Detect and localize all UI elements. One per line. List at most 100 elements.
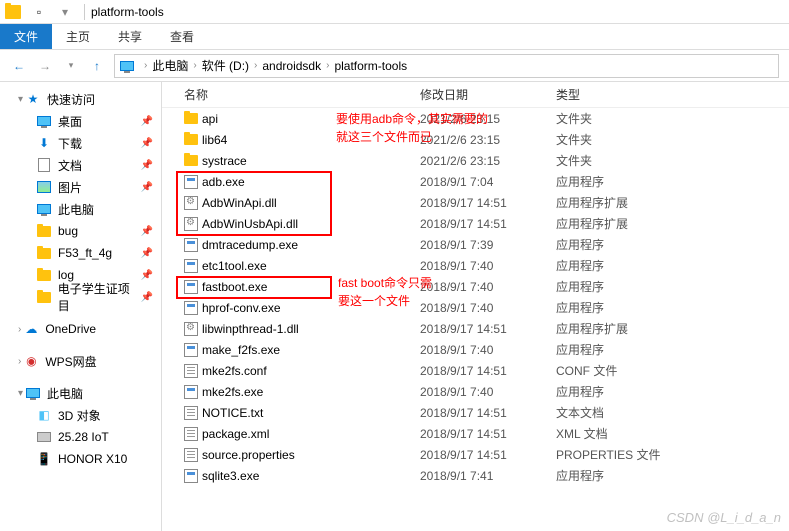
qat-button[interactable]: ▫	[30, 3, 48, 21]
file-row[interactable]: package.xml2018/9/17 14:51XML 文档	[162, 423, 789, 444]
file-row[interactable]: mke2fs.exe2018/9/1 7:40应用程序	[162, 381, 789, 402]
file-date: 2018/9/1 7:40	[420, 301, 556, 315]
file-date: 2021/2/6 23:15	[420, 154, 556, 168]
sidebar-item[interactable]: 25.28 IoT	[0, 426, 161, 448]
file-type: 应用程序	[556, 236, 686, 253]
crumb-1[interactable]: 软件 (D:)	[200, 57, 251, 74]
sidebar-item[interactable]: 图片📌	[0, 176, 161, 198]
crumb-0[interactable]: 此电脑	[150, 57, 190, 74]
file-name: mke2fs.conf	[202, 364, 420, 378]
file-row[interactable]: make_f2fs.exe2018/9/1 7:40应用程序	[162, 339, 789, 360]
tab-file[interactable]: 文件	[0, 24, 52, 49]
file-row[interactable]: AdbWinUsbApi.dll2018/9/17 14:51应用程序扩展	[162, 213, 789, 234]
file-type: CONF 文件	[556, 362, 686, 379]
breadcrumb[interactable]: › 此电脑› 软件 (D:)› androidsdk› platform-too…	[114, 54, 779, 78]
address-bar: ← → ▾ ↑ › 此电脑› 软件 (D:)› androidsdk› plat…	[0, 50, 789, 82]
tab-view[interactable]: 查看	[156, 24, 208, 49]
file-date: 2018/9/17 14:51	[420, 322, 556, 336]
file-row[interactable]: lib642021/2/6 23:15文件夹	[162, 129, 789, 150]
pin-icon: 📌	[141, 292, 153, 303]
nav-up[interactable]: ↑	[84, 53, 110, 79]
pin-icon: 📌	[141, 182, 153, 193]
file-type: XML 文档	[556, 425, 686, 442]
file-type: 应用程序	[556, 257, 686, 274]
file-name: source.properties	[202, 448, 420, 462]
file-list[interactable]: 名称 修改日期 类型 api2021/2/6 23:15文件夹lib642021…	[162, 82, 789, 531]
file-type: 应用程序扩展	[556, 215, 686, 232]
file-row[interactable]: sqlite3.exe2018/9/1 7:41应用程序	[162, 465, 789, 486]
file-date: 2018/9/17 14:51	[420, 448, 556, 462]
file-row[interactable]: api2021/2/6 23:15文件夹	[162, 108, 789, 129]
file-row[interactable]: source.properties2018/9/17 14:51PROPERTI…	[162, 444, 789, 465]
file-row[interactable]: systrace2021/2/6 23:15文件夹	[162, 150, 789, 171]
file-type: 文件夹	[556, 152, 686, 169]
file-icon	[184, 196, 202, 210]
sidebar-item[interactable]: 文档📌	[0, 154, 161, 176]
file-row[interactable]: etc1tool.exe2018/9/1 7:40应用程序	[162, 255, 789, 276]
sidebar-wps[interactable]: ›◉WPS网盘	[0, 350, 161, 372]
file-name: etc1tool.exe	[202, 259, 420, 273]
file-date: 2021/2/6 23:15	[420, 133, 556, 147]
file-name: sqlite3.exe	[202, 469, 420, 483]
file-name: adb.exe	[202, 175, 420, 189]
nav-pane[interactable]: ▾★快速访问 桌面📌⬇下载📌文档📌图片📌此电脑bug📌F53_ft_4g📌log…	[0, 82, 162, 531]
window-title: platform-tools	[91, 5, 164, 19]
sidebar-item[interactable]: bug📌	[0, 220, 161, 242]
sidebar-thispc[interactable]: ▾此电脑	[0, 382, 161, 404]
file-row[interactable]: AdbWinApi.dll2018/9/17 14:51应用程序扩展	[162, 192, 789, 213]
sidebar-quick-access[interactable]: ▾★快速访问	[0, 88, 161, 110]
sidebar-item[interactable]: 此电脑	[0, 198, 161, 220]
file-name: libwinpthread-1.dll	[202, 322, 420, 336]
file-icon	[184, 175, 202, 189]
header-type[interactable]: 类型	[556, 86, 686, 103]
crumb-2[interactable]: androidsdk	[260, 59, 323, 73]
titlebar: ▫ ▾ platform-tools	[0, 0, 789, 24]
file-type: 文件夹	[556, 110, 686, 127]
file-name: lib64	[202, 133, 420, 147]
file-row[interactable]: dmtracedump.exe2018/9/1 7:39应用程序	[162, 234, 789, 255]
file-date: 2018/9/1 7:40	[420, 259, 556, 273]
ribbon: 文件 主页 共享 查看	[0, 24, 789, 50]
file-icon	[184, 134, 202, 145]
file-name: AdbWinApi.dll	[202, 196, 420, 210]
file-row[interactable]: NOTICE.txt2018/9/17 14:51文本文档	[162, 402, 789, 423]
file-icon	[184, 406, 202, 420]
sidebar-item[interactable]: 电子学生证项目📌	[0, 286, 161, 308]
sidebar-item[interactable]: 桌面📌	[0, 110, 161, 132]
file-icon	[184, 427, 202, 441]
crumb-3[interactable]: platform-tools	[332, 59, 409, 73]
file-name: fastboot.exe	[202, 280, 420, 294]
nav-forward[interactable]: →	[32, 53, 58, 79]
watermark: CSDN @L_i_d_a_n	[667, 510, 781, 525]
file-name: package.xml	[202, 427, 420, 441]
tab-home[interactable]: 主页	[52, 24, 104, 49]
sidebar-item[interactable]: ◧3D 对象	[0, 404, 161, 426]
file-icon	[184, 259, 202, 273]
header-date[interactable]: 修改日期	[420, 86, 556, 103]
nav-recent[interactable]: ▾	[58, 53, 84, 79]
tab-share[interactable]: 共享	[104, 24, 156, 49]
file-name: NOTICE.txt	[202, 406, 420, 420]
file-date: 2018/9/1 7:40	[420, 385, 556, 399]
file-row[interactable]: libwinpthread-1.dll2018/9/17 14:51应用程序扩展	[162, 318, 789, 339]
file-name: make_f2fs.exe	[202, 343, 420, 357]
nav-back[interactable]: ←	[6, 53, 32, 79]
sidebar-item[interactable]: ⬇下载📌	[0, 132, 161, 154]
qat-dropdown[interactable]: ▾	[56, 3, 74, 21]
file-row[interactable]: fastboot.exe2018/9/1 7:40应用程序	[162, 276, 789, 297]
file-name: dmtracedump.exe	[202, 238, 420, 252]
file-row[interactable]: mke2fs.conf2018/9/17 14:51CONF 文件	[162, 360, 789, 381]
file-type: 应用程序	[556, 383, 686, 400]
sidebar-onedrive[interactable]: ›☁OneDrive	[0, 318, 161, 340]
header-name[interactable]: 名称	[184, 86, 420, 103]
file-row[interactable]: adb.exe2018/9/1 7:04应用程序	[162, 171, 789, 192]
file-name: mke2fs.exe	[202, 385, 420, 399]
file-row[interactable]: hprof-conv.exe2018/9/1 7:40应用程序	[162, 297, 789, 318]
file-icon	[184, 469, 202, 483]
sidebar-item[interactable]: F53_ft_4g📌	[0, 242, 161, 264]
file-name: hprof-conv.exe	[202, 301, 420, 315]
column-headers[interactable]: 名称 修改日期 类型	[162, 82, 789, 108]
sidebar-item[interactable]: 📱HONOR X10	[0, 448, 161, 470]
pin-icon: 📌	[141, 270, 153, 281]
file-date: 2018/9/17 14:51	[420, 364, 556, 378]
